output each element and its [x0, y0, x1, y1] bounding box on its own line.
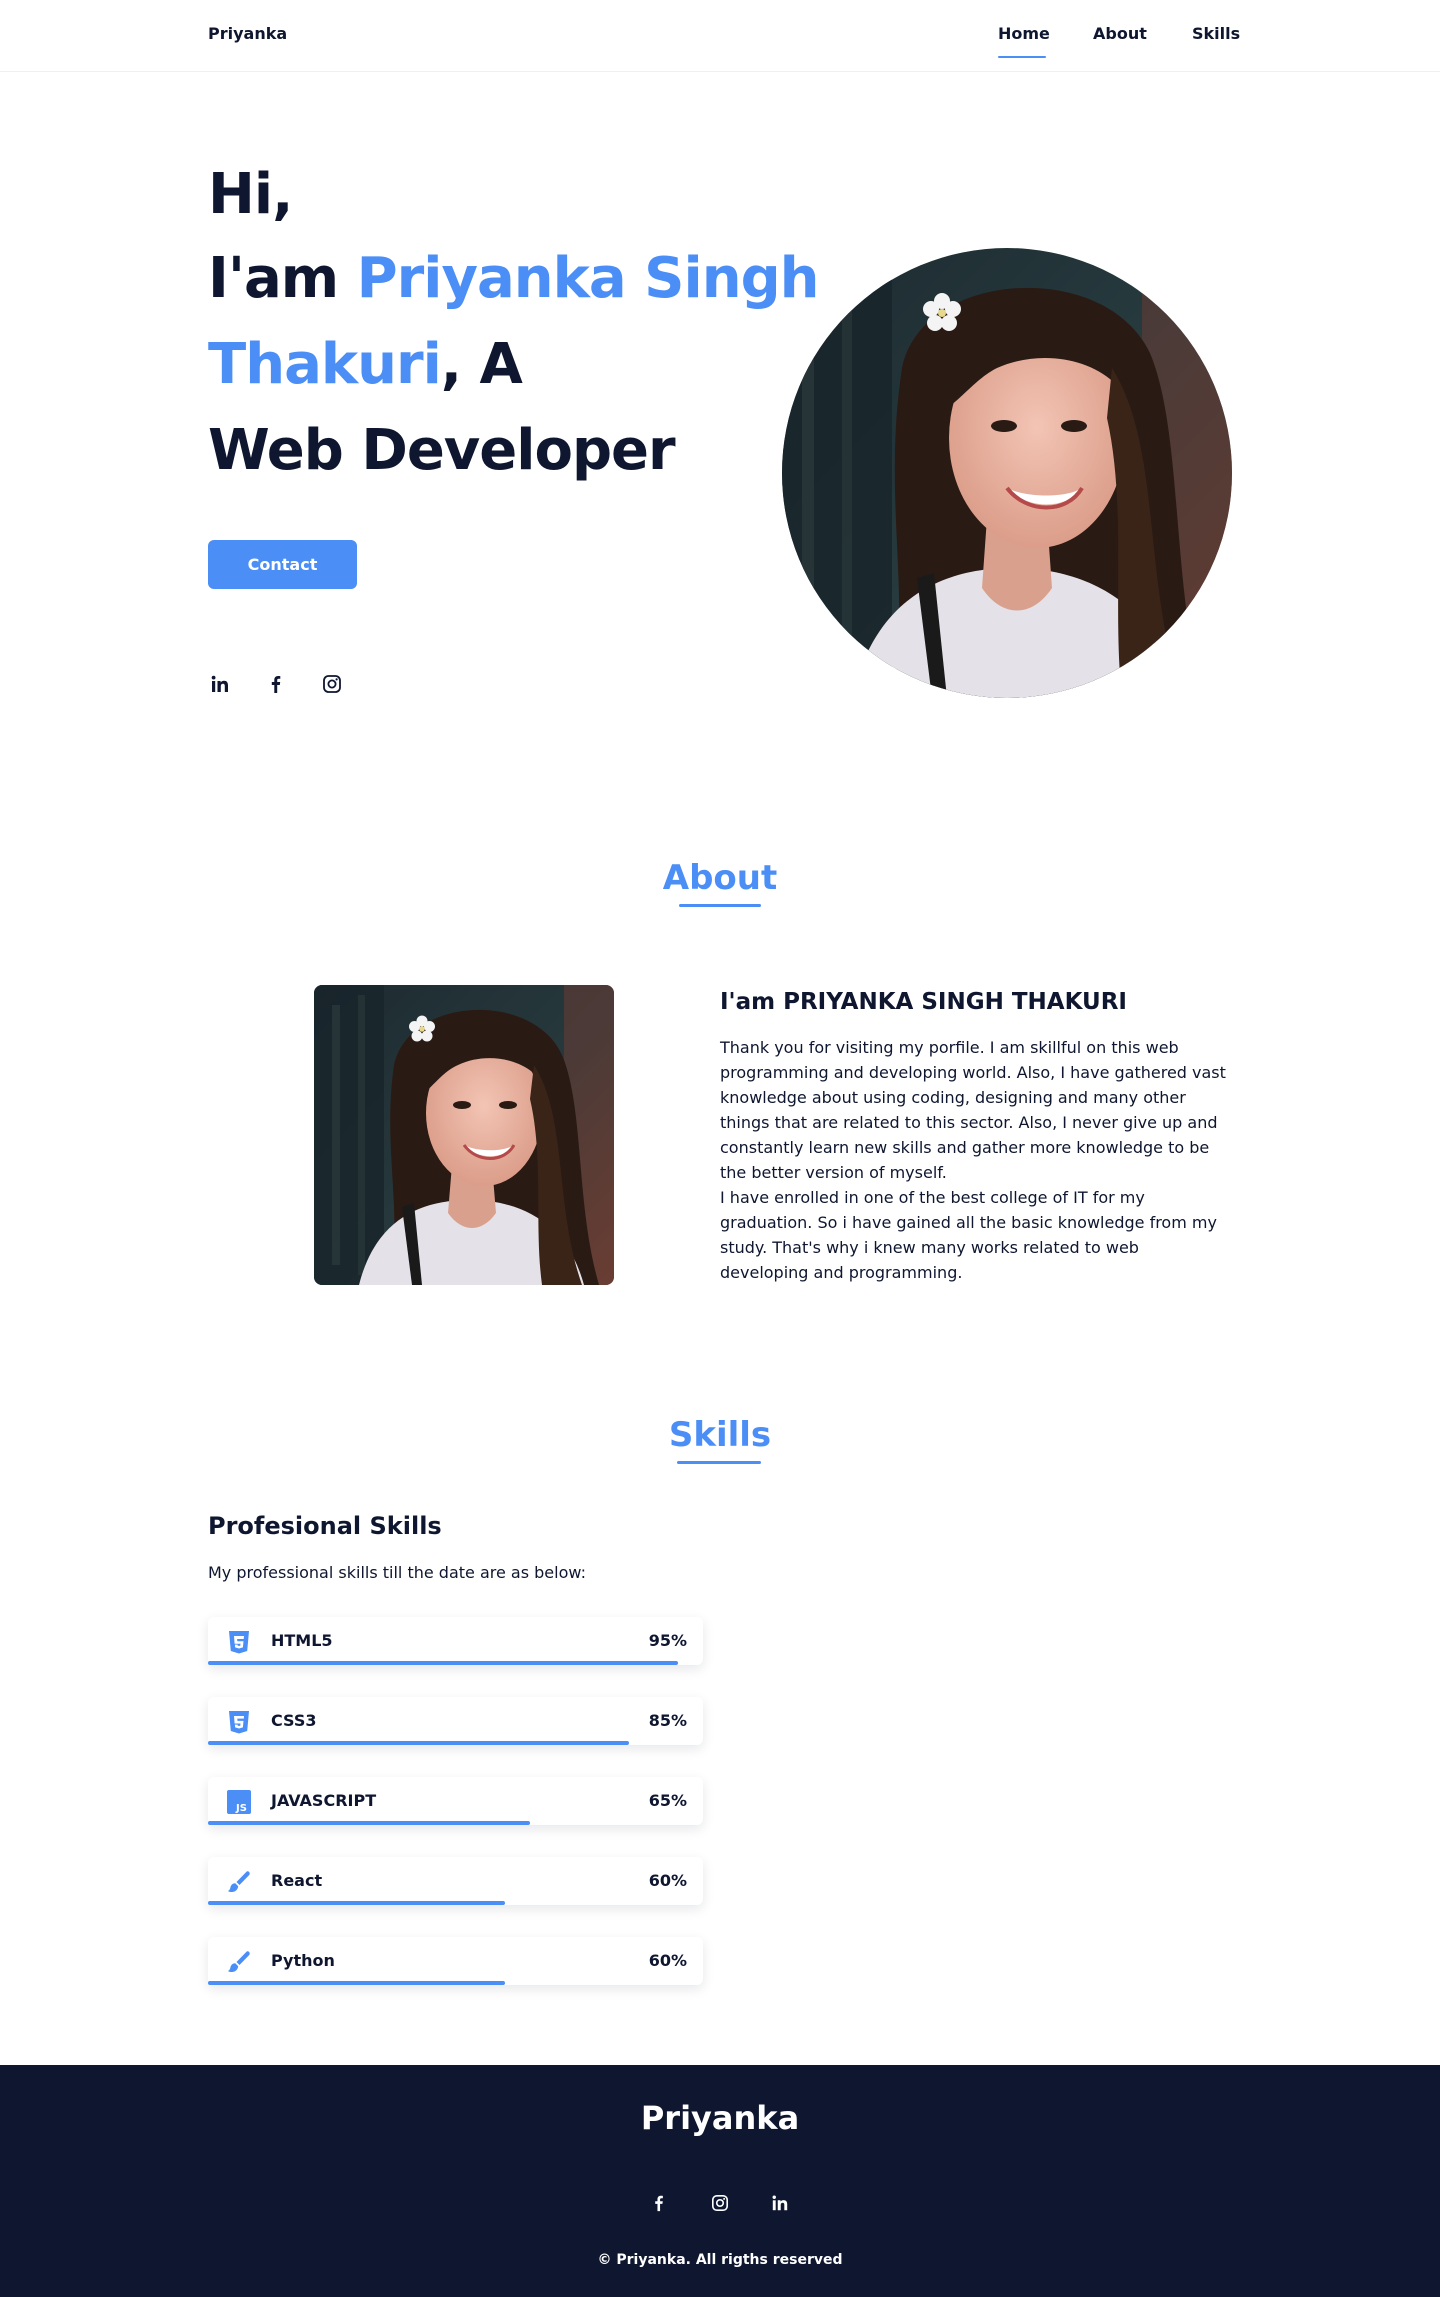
hero-name-last: Thakuri — [208, 332, 442, 397]
skills-title-underline — [677, 1461, 761, 1464]
hero-intro: I'am Priyanka Singh — [208, 246, 820, 311]
brush-icon — [226, 1869, 252, 1895]
brand-logo[interactable]: Priyanka — [208, 24, 287, 43]
skill-card-css3: CSS3 85% — [208, 1697, 703, 1745]
about-portrait-image — [314, 985, 614, 1285]
footer-brand[interactable]: Priyanka — [0, 2099, 1440, 2137]
skill-percent: 60% — [648, 1951, 687, 1970]
svg-text:JS: JS — [235, 1803, 247, 1814]
javascript-icon: JS — [226, 1789, 252, 1815]
hero-name-line: Thakuri, A — [208, 332, 523, 397]
nav-home[interactable]: Home — [998, 24, 1050, 43]
facebook-icon[interactable] — [647, 2191, 671, 2215]
skills-subtitle: Profesional Skills — [208, 1512, 442, 1540]
about-title: About — [662, 858, 778, 898]
skill-name: Python — [271, 1951, 335, 1970]
skill-name: JAVASCRIPT — [271, 1791, 377, 1810]
linkedin-icon[interactable] — [768, 2191, 792, 2215]
skill-progress-bar — [208, 1901, 505, 1905]
instagram-icon[interactable] — [320, 672, 344, 696]
hero-name-first: Priyanka Singh — [356, 246, 820, 311]
brush-icon — [226, 1949, 252, 1975]
skill-card-html5: HTML5 95% — [208, 1617, 703, 1665]
skill-progress-bar — [208, 1821, 530, 1825]
about-paragraph-1: Thank you for visiting my porfile. I am … — [720, 1038, 1226, 1182]
skill-percent: 65% — [648, 1791, 687, 1810]
skill-name: React — [271, 1871, 323, 1890]
about-text: Thank you for visiting my porfile. I am … — [720, 1035, 1230, 1285]
facebook-icon[interactable] — [264, 672, 288, 696]
copyright-text: © Priyanka. All rigths reserved — [597, 2252, 843, 2268]
skill-card-python: Python 60% — [208, 1937, 703, 1985]
skill-name: HTML5 — [271, 1631, 333, 1650]
hero-role: Web Developer — [208, 418, 676, 483]
skill-name: CSS3 — [271, 1711, 317, 1730]
nav-about[interactable]: About — [1093, 24, 1147, 43]
skill-progress-bar — [208, 1981, 505, 1985]
nav-skills[interactable]: Skills — [1192, 24, 1240, 43]
hero-name-suffix: , A — [440, 332, 523, 397]
html5-icon — [226, 1629, 252, 1655]
css3-icon — [226, 1709, 252, 1735]
skill-card-javascript: JS JAVASCRIPT 65% — [208, 1777, 703, 1825]
nav-active-indicator — [998, 56, 1046, 58]
skills-description: My professional skills till the date are… — [208, 1563, 586, 1582]
skill-percent: 95% — [648, 1631, 687, 1650]
skill-card-react: React 60% — [208, 1857, 703, 1905]
about-paragraph-2: I have enrolled in one of the best colle… — [720, 1188, 1217, 1282]
site-footer: Priyanka © Priyanka. All rigths reserved — [0, 2065, 1440, 2297]
linkedin-icon[interactable] — [208, 672, 232, 696]
skill-percent: 60% — [648, 1871, 687, 1890]
hero-intro-prefix: I'am — [208, 246, 357, 311]
skill-progress-bar — [208, 1661, 679, 1665]
skills-title: Skills — [668, 1415, 772, 1455]
skill-progress-bar — [208, 1741, 629, 1745]
hero-greeting: Hi, — [208, 162, 293, 227]
hero-portrait-image — [782, 248, 1232, 698]
about-heading: I'am PRIYANKA SINGH THAKURI — [720, 989, 1127, 1015]
contact-button[interactable]: Contact — [208, 540, 357, 589]
instagram-icon[interactable] — [708, 2191, 732, 2215]
site-header: Priyanka Home About Skills — [0, 0, 1440, 72]
about-title-underline — [679, 904, 761, 907]
skill-percent: 85% — [648, 1711, 687, 1730]
